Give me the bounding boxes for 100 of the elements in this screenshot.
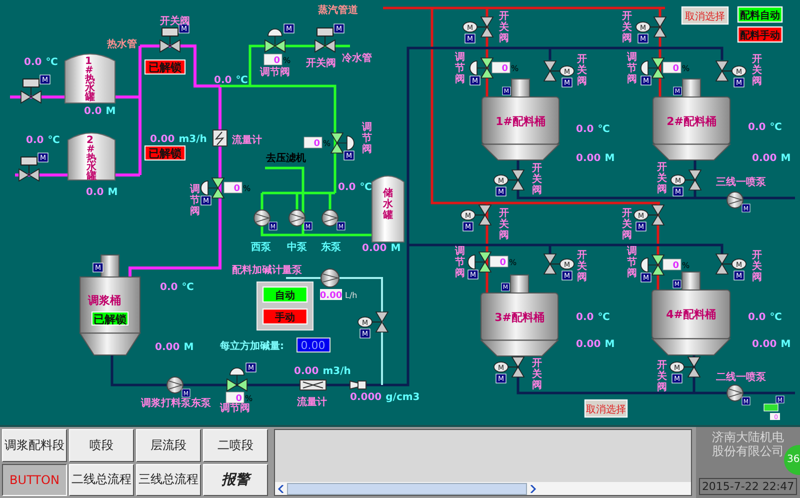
diagram-label: 开关阀 [657,360,667,393]
valve-icon[interactable] [715,60,732,82]
valve-icon[interactable] [372,312,389,332]
nav-button[interactable]: 层流段 [136,429,201,462]
scroll-right-icon[interactable] [529,484,537,492]
diagram-label: 调节阀 [220,403,250,414]
nav-button[interactable]: 报警 [203,464,268,496]
diagram-label: 调节阀 [627,52,637,85]
measurement-reading: 0.0 ℃ [576,124,610,135]
lock-button[interactable]: 已解锁 [92,312,128,326]
valve-icon[interactable] [226,368,248,392]
valve-opening-readout: 0 [490,256,508,268]
valve-icon[interactable] [330,132,354,154]
valve-icon[interactable] [160,28,180,53]
valve-opening-readout: 0 [226,392,244,404]
diagram-label: 开关阀 [577,250,587,283]
valve-icon[interactable] [684,170,702,190]
mode-button[interactable]: 配料自动 [737,6,783,23]
mode-button[interactable]: 配料手动 [737,26,783,43]
diagram-label: 东泵 [321,242,341,253]
scroll-left-icon[interactable] [277,484,285,492]
flow-rate-unit: L/h [345,291,358,300]
diagram-label: 开关阀 [532,358,542,391]
diagram-label: 流量计 [232,135,262,146]
measurement-reading: 0.0 ℃ [214,75,248,86]
valve-icon[interactable] [18,156,40,182]
valve-icon[interactable] [474,204,492,226]
status-lamp [764,404,778,412]
valve-icon[interactable] [264,28,286,53]
diagram-label: 开关阀 [306,58,336,69]
valve-icon[interactable] [684,356,701,378]
diagram-label: 开关阀 [752,250,762,283]
valve-icon[interactable] [200,178,225,198]
nav-button[interactable]: 调浆配料段 [2,429,67,462]
measurement-reading: 0.0 ℃ [24,57,58,68]
valve-icon[interactable] [543,254,560,274]
diagram-label: 调节阀 [190,184,200,217]
diagram-label: 开关阀 [622,11,632,44]
pump-icon[interactable] [726,192,744,208]
water-tank [372,176,404,242]
valve-icon[interactable] [508,356,525,378]
mode-button[interactable]: 自动 [262,286,308,303]
diagram-label: 开关阀 [499,11,509,44]
valve-icon[interactable] [648,204,665,226]
tank-label: 3#配料桶 [494,311,544,324]
horizontal-scrollbar[interactable] [275,482,691,495]
measurement-reading: 0.0 ℃ [748,312,782,323]
valve-icon[interactable] [640,58,665,78]
valve-icon[interactable] [640,254,665,276]
density-meter-icon [350,380,366,390]
tank-label: 2#配料桶 [666,115,716,128]
percent-unit: % [245,394,253,403]
valve-opening-readout: 0 [492,62,510,74]
valve-icon[interactable] [508,170,525,190]
percent-unit: % [243,184,251,193]
diagram-label: 调节阀 [260,67,290,78]
valve-icon[interactable] [470,58,494,78]
measurement-reading: 0.00 M [576,339,615,350]
pump-icon[interactable] [288,210,306,226]
pump-icon[interactable] [320,268,340,288]
diagram-label: 三线一喷泵 [716,177,766,188]
nav-button[interactable]: 二喷段 [203,429,268,462]
pump-icon[interactable] [726,384,744,402]
valve-icon[interactable] [314,28,336,53]
valve-icon[interactable] [715,254,732,274]
nav-button[interactable]: 三线总流程 [136,464,201,496]
date-time: 2015-7-22 22:47 [698,478,798,495]
diagram-label: 开关阀 [499,208,509,241]
measurement-reading: 0.00 M [155,342,194,353]
diagram-label: 开关阀 [622,208,632,241]
measurement-reading: 0.000 g/cm3 [350,392,420,403]
valve-opening-readout: 0 [304,136,322,149]
company-name: 济南大陆机电股份有限公司 [711,430,785,459]
diagram-label: 蒸汽管道 [318,5,358,16]
mode-button[interactable]: 手动 [262,308,308,325]
pump-icon[interactable] [254,210,270,226]
measurement-reading: 0.0 M [84,106,116,117]
tank-label: 2#热水罐 [86,135,96,182]
valve-icon[interactable] [650,16,667,38]
percent-unit: % [682,261,690,270]
valve-icon[interactable] [468,252,492,272]
diagram-label: 调浆打料泵东泵 [141,398,211,409]
valve-icon[interactable] [20,78,42,104]
pump-icon[interactable] [322,210,338,226]
valve-icon[interactable] [476,16,494,38]
pump-icon[interactable] [166,376,184,394]
nav-button[interactable]: 喷段 [69,429,134,462]
lock-button[interactable]: 已解锁 [144,60,186,74]
tank-label: 4#配料桶 [666,308,716,321]
valve-icon[interactable] [543,60,560,82]
diagram-label: 去压滤机 [266,153,306,164]
dosage-field[interactable]: 0.00 [296,338,330,352]
tank-label: 储水罐 [383,188,393,221]
nav-button[interactable]: 二线总流程 [69,464,134,496]
percent-unit: % [511,64,519,73]
diagram-label: 每立方加碱量: [220,341,284,352]
measurement-reading: 0.0 M [86,187,118,198]
percent-unit: % [682,64,690,73]
lock-button[interactable]: 已解锁 [144,146,186,160]
diagram-label: 调节阀 [455,246,465,279]
